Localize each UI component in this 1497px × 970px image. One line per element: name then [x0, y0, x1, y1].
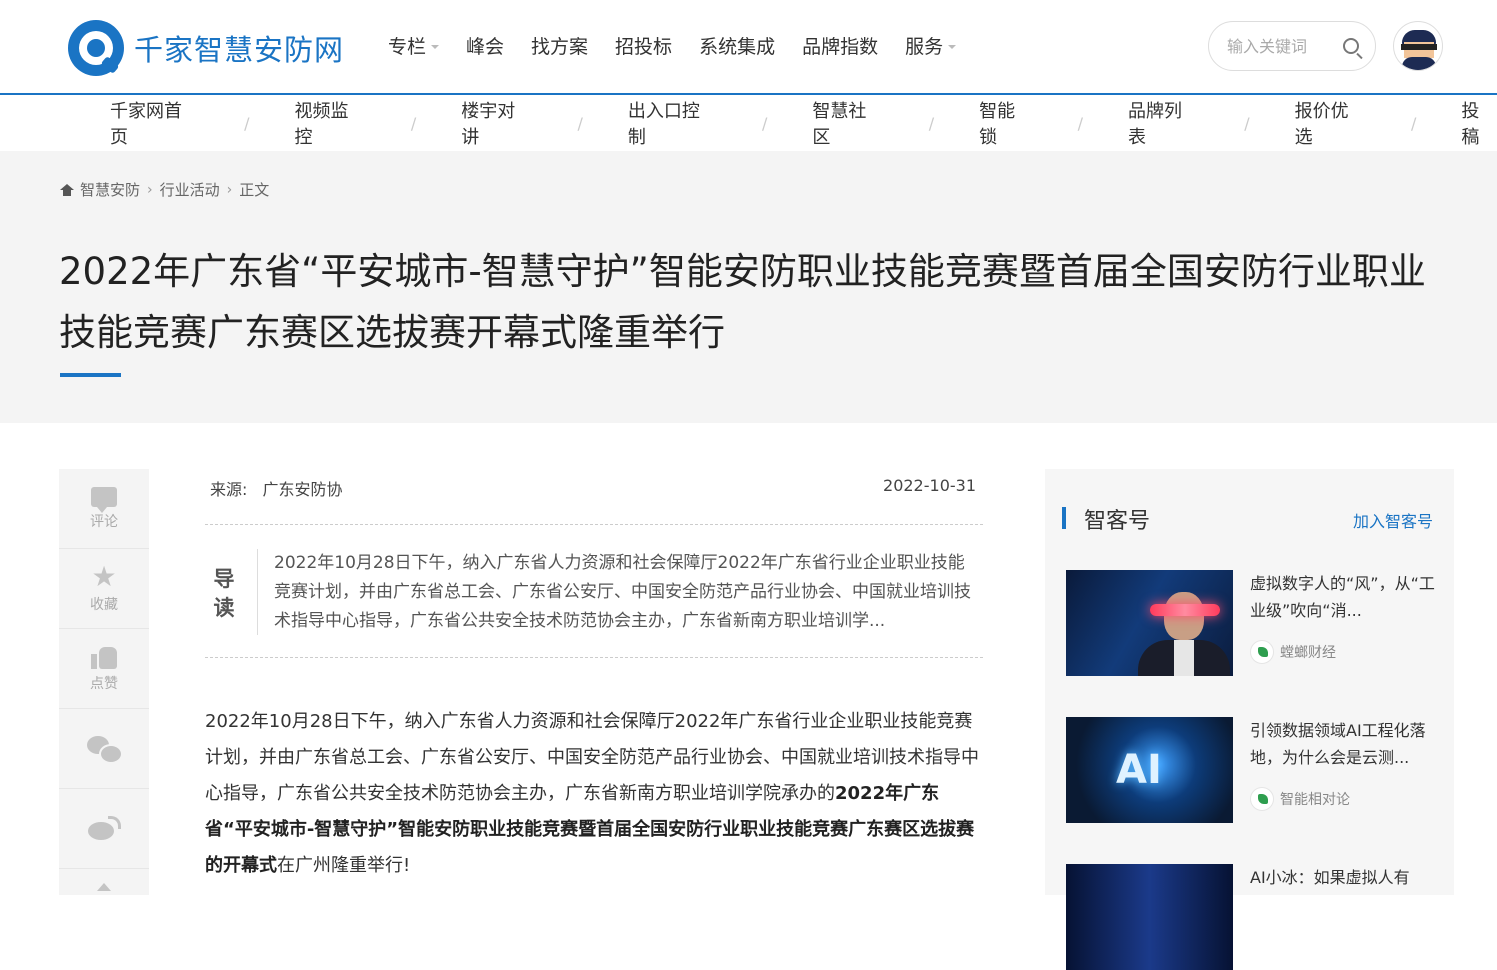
user-avatar[interactable]	[1393, 21, 1443, 71]
weibo-icon	[88, 815, 121, 842]
card-source[interactable]: 螳螂财经	[1250, 640, 1336, 664]
article-thumbnail[interactable]: AI	[1066, 717, 1233, 823]
separator: /	[1077, 113, 1083, 133]
nav-label: 峰会	[466, 36, 505, 58]
nav-item-summit[interactable]: 峰会	[466, 32, 504, 59]
home-icon	[60, 183, 74, 196]
join-link[interactable]: 加入智客号	[1353, 508, 1433, 532]
list-item[interactable]: AI 引领数据领域AI工程化落地，为什么会是云测... 智能相对论	[1066, 717, 1433, 823]
nav-label: 专栏	[388, 36, 427, 58]
nav-item-column[interactable]: 专栏	[388, 32, 440, 59]
author-avatar	[1250, 787, 1274, 811]
source-label: 来源:	[210, 480, 248, 499]
card-title[interactable]: AI小冰：如果虚拟人有	[1250, 864, 1436, 918]
sidebar-header: 智客号 加入智客号	[1062, 507, 1433, 534]
breadcrumb: 智慧安防 › 行业活动 › 正文	[60, 179, 269, 200]
source-name: 广东安防协	[262, 480, 343, 499]
separator: /	[410, 113, 417, 133]
search-icon[interactable]	[1343, 38, 1359, 54]
comment-button[interactable]: 评论	[59, 469, 149, 549]
article-body: 2022年10月28日下午，纳入广东省人力资源和社会保障厅2022年广东省行业企…	[205, 704, 985, 884]
subnav-item-submit[interactable]: 投稿	[1461, 97, 1497, 149]
chevron-right-icon: ›	[147, 181, 153, 198]
arrow-up-icon	[97, 883, 111, 891]
search-box	[1208, 21, 1376, 71]
list-item[interactable]: AI小冰：如果虚拟人有	[1066, 864, 1433, 970]
separator: /	[244, 113, 250, 133]
publish-date: 2022-10-31	[883, 476, 976, 495]
chevron-down-icon	[948, 45, 957, 49]
top-header: 千家智慧安防网 专栏 峰会 找方案 招投标 系统集成 品牌指数 服务	[0, 0, 1497, 93]
article-thumbnail[interactable]	[1066, 570, 1233, 676]
article-summary: 导读 2022年10月28日下午，纳入广东省人力资源和社会保障厅2022年广东省…	[205, 524, 983, 658]
page-title: 2022年广东省“平安城市-智慧守护”智能安防职业技能竞赛暨首届全国安防行业职业…	[59, 250, 1426, 354]
separator: /	[928, 113, 935, 133]
article-meta: 来源: 广东安防协 2022-10-31	[210, 476, 976, 500]
comment-icon	[91, 486, 117, 513]
thumbs-up-icon	[91, 645, 117, 669]
nav-label: 招投标	[615, 36, 673, 58]
sidebar-heading: 智客号	[1084, 509, 1151, 534]
subnav-item-home[interactable]: 千家网首页	[110, 97, 199, 149]
subnav-item-intercom[interactable]: 楼宇对讲	[461, 97, 532, 149]
separator: /	[1244, 113, 1250, 133]
source-name: 智能相对论	[1280, 792, 1350, 808]
heading-accent	[1062, 507, 1066, 529]
like-button[interactable]: 点赞	[59, 629, 149, 709]
chevron-down-icon	[431, 45, 440, 49]
favorite-button[interactable]: ★ 收藏	[59, 549, 149, 629]
more-button[interactable]	[59, 869, 149, 895]
nav-item-bidding[interactable]: 招投标	[615, 32, 672, 59]
subnav-item-video[interactable]: 视频监控	[295, 97, 366, 149]
logo-icon	[68, 20, 124, 76]
nav-item-solutions[interactable]: 找方案	[531, 32, 588, 59]
nav-item-brand-index[interactable]: 品牌指数	[802, 32, 878, 59]
breadcrumb-home[interactable]: 智慧安防	[80, 179, 140, 200]
card-title[interactable]: 虚拟数字人的“风”，从“工业级”吹向“消...	[1250, 570, 1436, 624]
nav-item-integration[interactable]: 系统集成	[699, 32, 775, 59]
subnav-item-access[interactable]: 出入口控制	[628, 97, 717, 149]
separator: /	[1410, 113, 1417, 133]
author-avatar	[1250, 640, 1274, 664]
source-name: 螳螂财经	[1280, 645, 1336, 661]
body-text-tail: 在广州隆重举行!	[277, 855, 411, 876]
star-icon: ★	[91, 559, 117, 593]
card-title[interactable]: 引领数据领域AI工程化落地，为什么会是云测...	[1250, 717, 1436, 771]
site-logo[interactable]: 千家智慧安防网	[68, 20, 344, 76]
subnav-item-community[interactable]: 智慧社区	[812, 97, 883, 149]
weibo-share-button[interactable]	[59, 789, 149, 869]
breadcrumb-current: 正文	[239, 181, 270, 199]
breadcrumb-section[interactable]: 行业活动	[160, 179, 220, 200]
nav-label: 系统集成	[699, 36, 776, 58]
card-source[interactable]: 智能相对论	[1250, 787, 1350, 811]
nav-label: 服务	[905, 36, 944, 58]
separator: /	[762, 113, 768, 133]
divider	[257, 549, 258, 635]
separator: /	[577, 113, 583, 133]
nav-label: 找方案	[531, 36, 589, 58]
search-input[interactable]	[1227, 36, 1327, 56]
nav-item-services[interactable]: 服务	[905, 32, 957, 59]
favorite-label: 收藏	[90, 596, 118, 613]
summary-tag: 导读	[213, 567, 235, 620]
wechat-icon	[87, 735, 123, 764]
list-item[interactable]: 虚拟数字人的“风”，从“工业级”吹向“消... 螳螂财经	[1066, 570, 1436, 676]
wechat-share-button[interactable]	[59, 709, 149, 789]
subnav-item-smartlock[interactable]: 智能锁	[979, 97, 1032, 149]
chevron-right-icon: ›	[226, 181, 233, 198]
site-name: 千家智慧安防网	[134, 33, 345, 67]
summary-text: 2022年10月28日下午，纳入广东省人力资源和社会保障厅2022年广东省行业企…	[274, 553, 971, 631]
main-nav: 专栏 峰会 找方案 招投标 系统集成 品牌指数 服务	[388, 32, 983, 59]
subnav-item-brands[interactable]: 品牌列表	[1128, 97, 1199, 149]
subnav-item-quotes[interactable]: 报价优选	[1295, 97, 1366, 149]
title-underline	[60, 373, 121, 377]
article-hero: 智慧安防 › 行业活动 › 正文 2022年广东省“平安城市-智慧守护”智能安防…	[0, 151, 1497, 423]
article-thumbnail[interactable]	[1066, 864, 1233, 970]
nav-label: 品牌指数	[802, 36, 879, 58]
comment-label: 评论	[90, 513, 118, 530]
sub-nav: 千家网首页 / 视频监控 / 楼宇对讲 / 出入口控制 / 智慧社区 / 智能锁 / 品牌列…	[0, 93, 1497, 151]
zhike-sidebar: 智客号 加入智客号 虚拟数字人的“风”，从“工业级”吹向“消... 螳螂财经 A…	[1045, 469, 1454, 970]
like-label: 点赞	[90, 675, 118, 692]
share-rail: 评论 ★ 收藏 点赞	[59, 469, 149, 895]
